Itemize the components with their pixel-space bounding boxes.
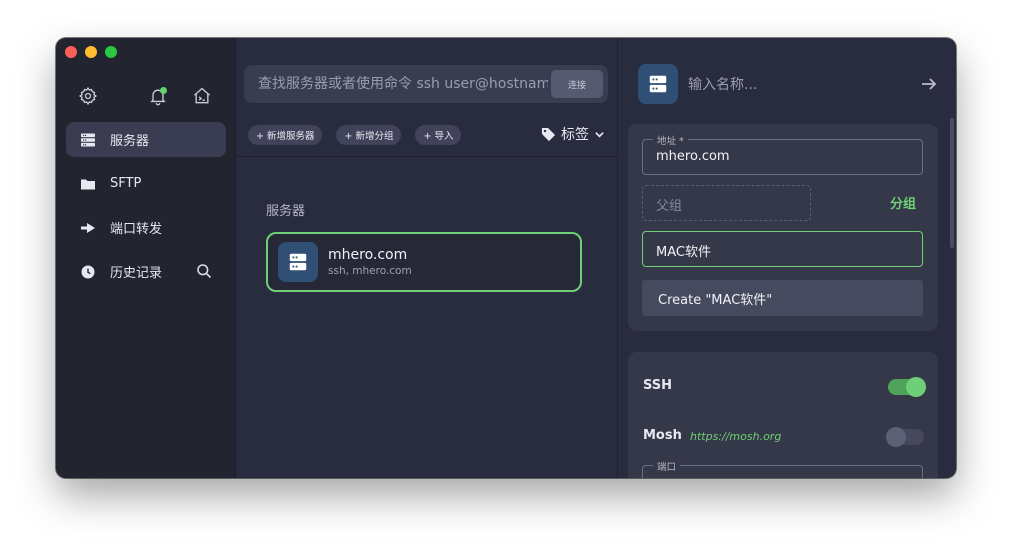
sidebar-item-servers[interactable]: 服务器 [66, 122, 226, 157]
sidebar-item-label: 服务器 [110, 134, 150, 149]
sidebar-item-label: 端口转发 [110, 222, 163, 237]
clock-icon [80, 264, 96, 280]
section-title: 服务器 [266, 204, 306, 219]
port-forward-icon [80, 220, 96, 236]
address-field[interactable]: 地址 * mhero.com [642, 133, 923, 175]
arrow-right-icon[interactable] [920, 75, 938, 93]
search-bar: 连接 [244, 65, 608, 103]
zoom-window-button[interactable] [105, 46, 117, 58]
sidebar-item-sftp[interactable]: SFTP [66, 166, 226, 201]
tags-dropdown[interactable]: 标签 [541, 124, 605, 144]
port-field[interactable]: 端口 [642, 459, 923, 478]
group-link[interactable]: 分组 [890, 193, 916, 212]
sidebar-item-history[interactable]: 历史记录 [66, 254, 226, 289]
import-button[interactable]: + 导入 [415, 125, 462, 145]
home-terminal-icon[interactable] [192, 86, 212, 106]
sidebar-item-port-forwarding[interactable]: 端口转发 [66, 210, 226, 245]
toggle-knob [886, 427, 906, 447]
mosh-toggle[interactable] [886, 427, 924, 447]
app-window: 服务器 SFTP 端口转发 历史记录 查找服务器或者使用命令 ssh user@… [56, 38, 956, 478]
folder-icon [80, 176, 96, 192]
minimize-window-button[interactable] [85, 46, 97, 58]
server-icon [278, 242, 318, 282]
search-input[interactable] [258, 74, 548, 94]
create-group-suggestion[interactable]: Create "MAC软件" [642, 280, 923, 316]
parent-group-field[interactable]: 父组 [642, 185, 811, 221]
sidebar: 服务器 SFTP 端口转发 历史记录 [56, 38, 236, 478]
server-icon [80, 132, 96, 148]
group-input[interactable]: MAC软件 [642, 231, 923, 267]
sidebar-item-label: SFTP [110, 176, 142, 191]
tag-icon [541, 127, 556, 141]
parent-group-placeholder: 父组 [656, 199, 683, 214]
traffic-lights [65, 46, 117, 58]
ssh-toggle[interactable] [888, 377, 926, 397]
host-editor-panel: 地址 * mhero.com 父组 分组 MAC软件 Create "MAC软件… [617, 38, 956, 478]
mosh-label: Mosh [643, 428, 682, 443]
scrollbar[interactable] [950, 118, 954, 248]
host-card[interactable]: mhero.com ssh, mhero.com [266, 232, 582, 292]
tags-label: 标签 [561, 127, 589, 143]
toggle-knob [906, 377, 926, 397]
ssh-label: SSH [643, 378, 673, 393]
bell-icon[interactable] [148, 86, 168, 106]
new-server-button[interactable]: + 新增服务器 [248, 125, 323, 145]
search-icon[interactable] [196, 263, 212, 279]
gear-icon[interactable] [78, 86, 98, 106]
notification-dot [160, 87, 167, 94]
sidebar-toolbar [78, 86, 214, 106]
general-settings-card: 地址 * mhero.com 父组 分组 MAC软件 Create "MAC软件… [628, 124, 938, 331]
connect-button[interactable]: 连接 [551, 70, 603, 98]
host-name-input[interactable] [688, 74, 888, 96]
hosts-panel: 连接 + 新增服务器 + 新增分组 + 导入 标签 服务器 [236, 38, 617, 478]
connection-settings-card: SSH Mosh https://mosh.org 端口 [628, 352, 938, 478]
sidebar-item-label: 历史记录 [110, 266, 163, 281]
sidebar-nav: 服务器 SFTP 端口转发 历史记录 [66, 122, 226, 298]
port-label: 端口 [653, 459, 681, 473]
host-actions: + 新增服务器 + 新增分组 + 导入 [248, 125, 462, 145]
chevron-down-icon [595, 131, 604, 138]
address-value: mhero.com [656, 149, 730, 164]
divider [236, 156, 617, 157]
close-window-button[interactable] [65, 46, 77, 58]
host-details: ssh, mhero.com [328, 265, 412, 277]
mosh-link[interactable]: https://mosh.org [690, 430, 781, 443]
group-input-value: MAC软件 [656, 245, 711, 260]
address-label: 地址 * [653, 133, 688, 147]
host-name: mhero.com [328, 247, 408, 263]
server-icon [638, 64, 678, 104]
new-group-button[interactable]: + 新增分组 [336, 125, 402, 145]
